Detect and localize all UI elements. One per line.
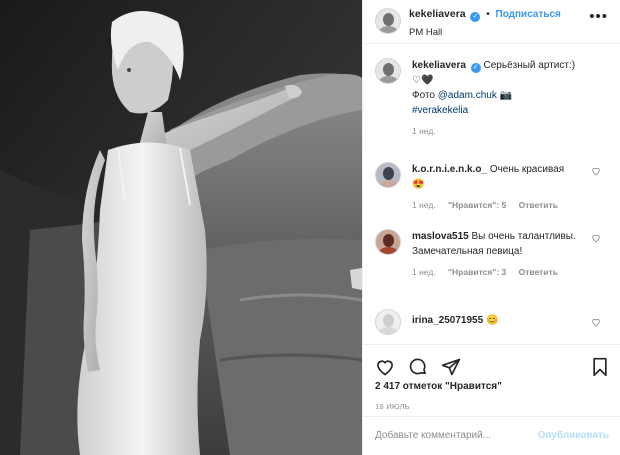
commenter-username[interactable]: irina_25071955 (412, 315, 483, 326)
author-avatar[interactable] (375, 8, 401, 34)
publish-button[interactable]: Опубликовать (538, 430, 609, 441)
caption: kekeliavera ✓ Серьёзный артист:) ♡🖤 Фото… (363, 58, 620, 138)
caption-username[interactable]: kekeliavera (412, 60, 466, 71)
likes-count[interactable]: 2 417 отметок "Нравится" (363, 381, 620, 392)
action-icons (363, 345, 620, 379)
like-comment-icon[interactable] (591, 233, 601, 243)
caption-meta: 1 нед. (412, 126, 589, 136)
comment-likes[interactable]: "Нравится": 3 (448, 267, 506, 277)
comment-item: irina_25071955 😊 (363, 309, 620, 339)
caption-avatar[interactable] (375, 58, 401, 84)
post-sidebar: kekeliavera ✓ • Подписаться PM Hall ••• … (362, 0, 620, 455)
commenter-avatar[interactable] (375, 309, 401, 335)
post-header: kekeliavera ✓ • Подписаться PM Hall ••• (363, 0, 620, 44)
caption-photo-credit: Фото (412, 90, 438, 101)
share-icon[interactable] (441, 357, 461, 377)
photographer-mention[interactable]: @adam.chuk (438, 90, 497, 101)
comment-text: maslova515 Вы очень талантливы. Замечате… (412, 229, 589, 259)
heart-icon[interactable] (375, 357, 395, 377)
comment-meta: 1 нед. "Нравится": 3 Ответить (412, 267, 589, 277)
comment-emoji: 😊 (485, 315, 499, 326)
comment-item: k.o.r.n.i.e.n.k.o_ Очень красивая 😍 1 не… (363, 162, 620, 229)
comment-input[interactable] (375, 430, 535, 441)
verified-badge-icon: ✓ (470, 63, 481, 73)
like-comment-icon[interactable] (591, 166, 601, 176)
comment-time[interactable]: 1 нед. (412, 200, 436, 210)
comment-item: maslova515 Вы очень талантливы. Замечате… (363, 229, 620, 309)
like-comment-icon[interactable] (591, 317, 601, 327)
post-photo[interactable] (0, 0, 362, 455)
bookmark-icon[interactable] (591, 357, 609, 377)
instagram-post: kekeliavera ✓ • Подписаться PM Hall ••• … (0, 0, 620, 455)
verified-badge-icon: ✓ (470, 12, 481, 22)
commenter-username[interactable]: k.o.r.n.i.e.n.k.o_ (412, 164, 487, 175)
header-text: kekeliavera ✓ • Подписаться PM Hall (409, 8, 561, 39)
location-link[interactable]: PM Hall (409, 26, 561, 39)
comment-meta: 1 нед. "Нравится": 5 Ответить (412, 200, 589, 210)
add-comment-bar: Опубликовать (363, 416, 620, 454)
comment-body: Очень красивая (489, 164, 565, 175)
author-username[interactable]: kekeliavera (409, 8, 466, 20)
commenter-avatar[interactable] (375, 229, 401, 255)
comment-text: irina_25071955 😊 (412, 309, 589, 328)
follow-button[interactable]: Подписаться (496, 9, 561, 20)
commenter-username[interactable]: maslova515 (412, 231, 469, 242)
comments-list[interactable]: kekeliavera ✓ Серьёзный артист:) ♡🖤 Фото… (363, 58, 620, 344)
caption-time[interactable]: 1 нед. (412, 126, 436, 136)
post-actions: 2 417 отметок "Нравится" 18 ИЮЛЬ Опублик… (363, 344, 620, 454)
camera-emoji: 📷 (499, 90, 513, 101)
commenter-avatar[interactable] (375, 162, 401, 188)
comment-text: k.o.r.n.i.e.n.k.o_ Очень красивая 😍 (412, 162, 589, 192)
caption-text: kekeliavera ✓ Серьёзный артист:) ♡🖤 Фото… (412, 58, 589, 118)
post-date[interactable]: 18 ИЮЛЬ (363, 402, 620, 411)
hashtag-link[interactable]: #verakekelia (412, 105, 468, 116)
caption-body: Серьёзный артист:) (483, 60, 576, 71)
separator-dot: • (486, 9, 490, 20)
reply-button[interactable]: Ответить (519, 267, 558, 277)
comment-emoji: 😍 (412, 179, 425, 190)
photo-illustration (0, 0, 362, 455)
comment-icon[interactable] (408, 357, 428, 377)
more-options-icon[interactable]: ••• (589, 9, 608, 24)
caption-hearts: ♡🖤 (412, 75, 434, 86)
comment-time[interactable]: 1 нед. (412, 267, 436, 277)
comment-likes[interactable]: "Нравится": 5 (448, 200, 506, 210)
reply-button[interactable]: Ответить (519, 200, 558, 210)
